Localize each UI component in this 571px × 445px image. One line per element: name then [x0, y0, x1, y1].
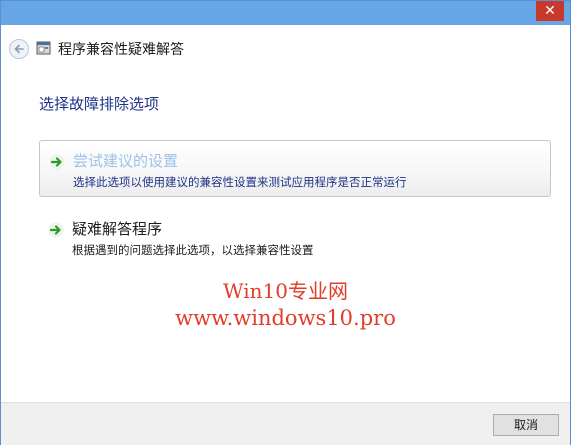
green-arrow-icon [49, 154, 65, 170]
watermark-line-2: www.windows10.pro [175, 306, 396, 330]
option-title: 尝试建议的设置 [73, 152, 179, 170]
option-try-recommended-settings[interactable]: 尝试建议的设置 选择此选项以使用建议的兼容性设置来测试应用程序是否正常运行 [39, 140, 551, 197]
troubleshooter-window: ✕ 程序兼容性疑难解答 选择故障排除选项 尝试建议的设置 选择此选项以使用建议的… [0, 0, 571, 445]
footer-bar: 取消 [1, 402, 570, 445]
page-heading: 选择故障排除选项 [39, 95, 160, 113]
back-button[interactable] [9, 39, 29, 59]
option-troubleshoot-program[interactable]: 疑难解答程序 根据遇到的问题选择此选项，以选择兼容性设置 [39, 209, 551, 266]
option-description: 选择此选项以使用建议的兼容性设置来测试应用程序是否正常运行 [73, 175, 407, 189]
main-content: 选择故障排除选项 尝试建议的设置 选择此选项以使用建议的兼容性设置来测试应用程序… [1, 69, 570, 402]
back-arrow-icon [14, 44, 24, 54]
title-bar[interactable]: ✕ [1, 1, 570, 25]
program-icon [36, 41, 51, 55]
watermark-line-1: Win10专业网 [223, 279, 348, 303]
header-bar: 程序兼容性疑难解答 [1, 25, 570, 69]
window-title: 程序兼容性疑难解答 [58, 42, 184, 58]
close-button[interactable]: ✕ [536, 1, 564, 21]
option-description: 根据遇到的问题选择此选项，以选择兼容性设置 [72, 243, 314, 257]
green-arrow-icon [48, 222, 64, 238]
option-title: 疑难解答程序 [72, 220, 163, 238]
cancel-button[interactable]: 取消 [493, 414, 559, 436]
